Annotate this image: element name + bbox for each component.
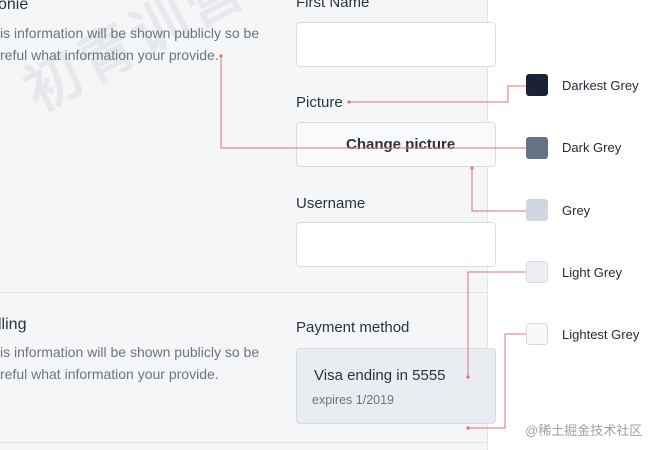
swatch-grey <box>526 199 548 221</box>
swatch-light-grey <box>526 261 548 283</box>
label-grey: Grey <box>562 203 591 218</box>
connector-line-5 <box>468 333 526 429</box>
connector-dot-2 <box>219 54 223 58</box>
connector-dot-3 <box>470 166 474 170</box>
label-light-grey: Light Grey <box>562 265 622 280</box>
label-lightest-grey: Lightest Grey <box>562 327 640 342</box>
connector-line-4 <box>467 271 526 377</box>
label-darkest-grey: Darkest Grey <box>562 78 639 93</box>
connector-dot-1 <box>347 100 351 104</box>
connector-lines <box>219 54 526 430</box>
swatch-dark-grey <box>526 137 548 159</box>
swatch-darkest-grey <box>526 74 548 96</box>
connector-line-1 <box>349 85 526 103</box>
connector-line-3 <box>471 168 526 212</box>
connector-dot-4 <box>466 375 470 379</box>
connector-dot-5 <box>466 426 470 430</box>
site-watermark: @稀土掘金技术社区 <box>525 423 643 438</box>
swatch-lightest-grey <box>526 323 548 345</box>
label-dark-grey: Dark Grey <box>562 140 622 155</box>
